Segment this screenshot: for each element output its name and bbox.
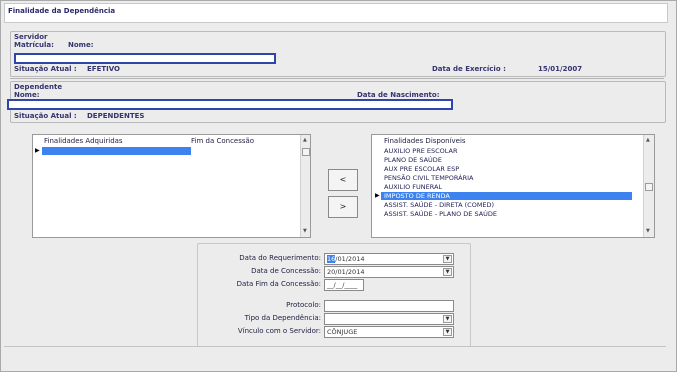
servidor-name-field[interactable] [14,53,276,64]
vinculo-servidor-select[interactable]: CÔNJUGE ▼ [324,326,454,338]
dependente-name-field[interactable] [7,99,453,110]
scroll-up-icon[interactable]: ▲ [646,138,650,143]
data-concessao-label: Data de Concessão: [251,267,321,275]
list-item-selected[interactable]: IMPOSTO DE RENDA [381,192,632,200]
add-finalidade-button[interactable]: < [328,169,358,191]
dependente-situacao-label: Situação Atual : [14,112,77,120]
protocolo-label: Protocolo: [286,301,321,309]
matricula-label: Matrícula: [14,41,54,49]
data-requerimento-field[interactable]: 16/01/2014 ▼ [324,253,454,265]
adquiridas-col-finalidade: Finalidades Adquiridas [44,137,123,145]
row-pointer-icon: ▶ [35,147,40,154]
tipo-dependencia-label: Tipo da Dependência: [244,314,321,322]
disponiveis-header: Finalidades Disponíveis [384,137,466,145]
dependente-nome-label: Nome: [14,91,40,99]
data-concessao-field[interactable]: 20/01/2014 ▼ [324,266,454,278]
servidor-group: Servidor Matrícula: Nome: Situação Atual… [10,31,666,77]
nome-label: Nome: [68,41,94,49]
finalidade-window: Finalidade da Dependência Servidor Matrí… [0,0,677,372]
adquiridas-scrollbar[interactable]: ▲ ▼ [300,135,310,237]
scroll-thumb[interactable] [645,183,653,191]
list-item[interactable]: AUXILIO FUNERAL [384,183,442,191]
finalidades-disponiveis-list[interactable]: Finalidades Disponíveis AUXILIO PRE ESCO… [371,134,655,238]
data-concessao-value: 20/01/2014 [327,268,365,276]
remove-finalidade-button[interactable]: > [328,196,358,218]
chevron-down-icon[interactable]: ▼ [443,255,452,263]
servidor-header: Servidor [14,33,48,41]
chevron-down-icon[interactable]: ▼ [443,315,452,323]
vinculo-servidor-value: CÔNJUGE [327,328,358,336]
scroll-down-icon[interactable]: ▼ [646,229,650,234]
dependente-group: Dependente Nome: Data de Nascimento: Sit… [7,81,666,123]
window-title: Finalidade da Dependência [8,7,116,15]
data-nascimento-label: Data de Nascimento: [357,91,440,99]
dependente-header: Dependente [14,83,63,91]
row-pointer-icon: ▶ [375,192,380,199]
list-item[interactable]: PLANO DE SAÚDE [384,156,442,164]
form-panel: Data do Requerimento: 16/01/2014 ▼ Data … [197,243,471,347]
list-item[interactable]: ASSIST. SAÚDE - PLANO DE SAÚDE [384,210,497,218]
situacao-label: Situação Atual : [14,65,77,73]
list-item[interactable]: AUX PRE ESCOLAR ESP [384,165,459,173]
scroll-up-icon[interactable]: ▲ [303,138,307,143]
scroll-thumb[interactable] [302,148,310,156]
adquiridas-selected-row[interactable] [42,147,191,155]
data-fim-concessao-value: __/__/____ [327,281,358,289]
data-exercicio-label: Data de Exercício : [432,65,506,73]
separator [10,78,664,79]
tipo-dependencia-select[interactable]: ▼ [324,313,454,325]
scroll-down-icon[interactable]: ▼ [303,229,307,234]
data-fim-concessao-label: Data Fim da Concessão: [236,280,321,288]
data-requerimento-label: Data do Requerimento: [239,254,321,262]
status-bar [4,346,666,367]
list-item[interactable]: AUXILIO PRE ESCOLAR [384,147,458,155]
vinculo-servidor-label: Vínculo com o Servidor: [237,327,321,335]
finalidades-adquiridas-list[interactable]: Finalidades Adquiridas Fim da Concessão … [32,134,311,238]
data-exercicio-value: 15/01/2007 [538,65,583,73]
protocolo-field[interactable] [324,300,454,312]
data-fim-concessao-field[interactable]: __/__/____ [324,279,364,291]
disponiveis-scrollbar[interactable]: ▲ ▼ [643,135,654,237]
data-requerimento-rest: /01/2014 [335,255,365,263]
title-bar: Finalidade da Dependência [4,3,668,23]
dependente-situacao-value: DEPENDENTES [87,112,145,120]
list-item[interactable]: ASSIST. SAÚDE - DIRETA (COMED) [384,201,494,209]
chevron-down-icon[interactable]: ▼ [443,268,452,276]
situacao-value: EFETIVO [87,65,120,73]
adquiridas-col-fim-concessao: Fim da Concessão [191,137,255,145]
list-item[interactable]: PENSÃO CIVIL TEMPORÁRIA [384,174,473,182]
chevron-down-icon[interactable]: ▼ [443,328,452,336]
